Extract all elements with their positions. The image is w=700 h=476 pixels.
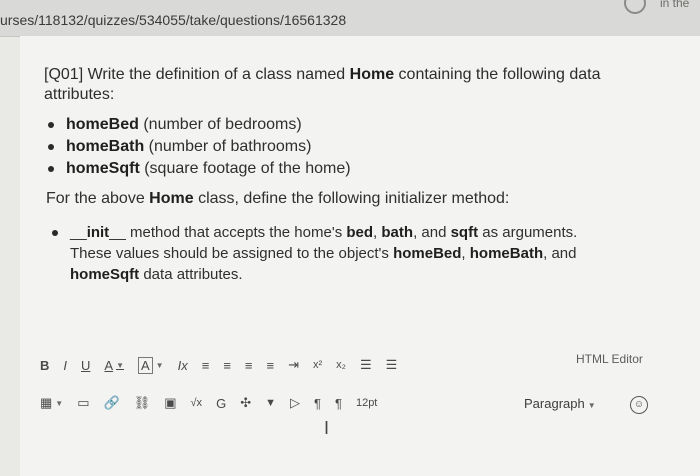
plugin-icon[interactable]: G (216, 396, 226, 411)
list-item: homeBed (number of bedrooms) (48, 114, 351, 136)
toolbar-row-2: ▦ ▼ ▭ 🔗 ⛓ ▣ √x G ✣ ▼ ▷ ¶ ¶ 12pt (40, 392, 391, 414)
italic-button[interactable]: I (63, 358, 67, 373)
accessibility-icon[interactable]: ☺ (630, 396, 648, 414)
browser-corner-text: in the (660, 0, 690, 10)
init-description: __init__ method that accepts the home's … (52, 222, 652, 285)
align-right-icon[interactable]: ≡ (245, 358, 253, 373)
video-icon[interactable]: ▷ (290, 395, 300, 411)
clear-format-icon[interactable]: Ix (178, 358, 188, 373)
text-cursor-icon: I (324, 418, 330, 438)
numbered-list-icon[interactable]: ☰ (386, 357, 398, 373)
link-icon[interactable]: 🔗 (104, 395, 120, 411)
ltr-icon[interactable]: ¶ (314, 396, 321, 411)
table-icon[interactable]: ▦ ▼ (40, 395, 63, 411)
dropdown-icon[interactable]: ▼ (265, 397, 276, 409)
embed-icon[interactable]: ✣ (240, 395, 251, 411)
chevron-down-icon: ▼ (155, 360, 164, 370)
unlink-icon[interactable]: ⛓ (134, 395, 151, 411)
list-item: homeBath (number of bathrooms) (48, 136, 351, 158)
html-editor-link[interactable]: HTML Editor (576, 352, 643, 366)
font-color-button[interactable]: A ▼ (104, 358, 124, 373)
math-icon[interactable]: √x (191, 397, 203, 409)
browser-address-bar[interactable]: urses/118132/quizzes/534055/take/questio… (0, 0, 700, 37)
image-icon[interactable]: ▣ (164, 395, 176, 411)
chevron-down-icon: ▼ (587, 401, 596, 410)
question-title-cont: attributes: (44, 86, 115, 103)
underline-button[interactable]: U (81, 358, 90, 373)
chevron-down-icon: ▼ (116, 360, 124, 370)
font-size-select[interactable]: 12pt (356, 397, 377, 409)
paragraph-select[interactable]: Paragraph ▼ (524, 396, 596, 411)
bold-button[interactable]: B (40, 358, 49, 373)
media-icon[interactable]: ▭ (77, 395, 89, 411)
attribute-list: homeBed (number of bedrooms) homeBath (n… (48, 114, 351, 180)
align-left-icon[interactable]: ≡ (202, 358, 210, 373)
superscript-icon[interactable]: x² (313, 359, 322, 371)
list-item: homeSqft (square footage of the home) (48, 158, 351, 180)
chevron-down-icon: ▼ (55, 398, 64, 408)
toolbar-row-1: B I U A ▼ A ▼ Ix ≡ ≡ ≡ ≡ ⇥ x² x₂ ☰ ☰ (40, 354, 411, 376)
rich-text-editor-toolbar: B I U A ▼ A ▼ Ix ≡ ≡ ≡ ≡ ⇥ x² x₂ ☰ ☰ HTML … (40, 348, 680, 438)
subscript-icon[interactable]: x₂ (336, 359, 346, 371)
align-justify-icon[interactable]: ≡ (267, 358, 275, 373)
browser-icon[interactable] (624, 0, 646, 14)
question-title: [Q01] Write the definition of a class na… (44, 66, 601, 83)
align-center-icon[interactable]: ≡ (223, 358, 231, 373)
url-text: urses/118132/quizzes/534055/take/questio… (0, 12, 347, 28)
subheading: For the above Home class, define the fol… (46, 190, 510, 207)
background-color-button[interactable]: A ▼ (138, 356, 164, 374)
rtl-icon[interactable]: ¶ (335, 396, 342, 411)
indent-icon[interactable]: ⇥ (288, 357, 299, 373)
bullet-list-icon[interactable]: ☰ (360, 357, 372, 373)
